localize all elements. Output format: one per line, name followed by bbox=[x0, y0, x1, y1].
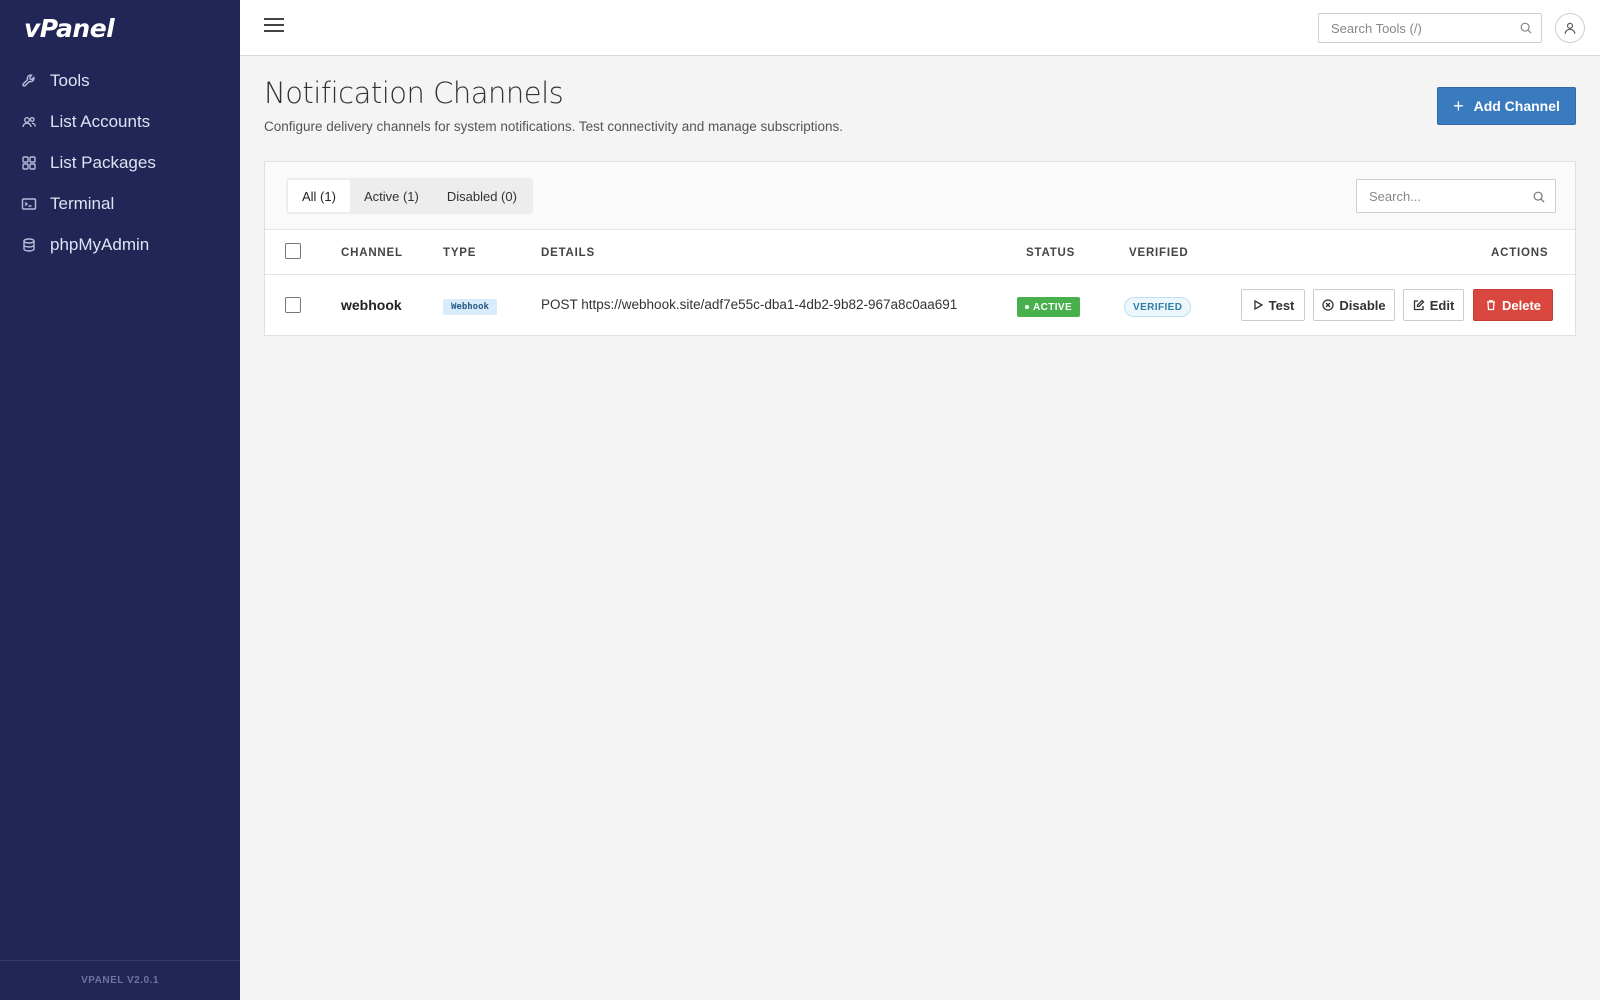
edit-label: Edit bbox=[1429, 297, 1455, 313]
terminal-icon bbox=[21, 196, 37, 212]
users-icon bbox=[21, 114, 37, 130]
table-row: webhook Webhook POST https://webhook.sit… bbox=[265, 275, 1575, 335]
column-header-type: TYPE bbox=[443, 247, 477, 259]
sidebar-item-label: Tools bbox=[50, 70, 90, 90]
user-avatar[interactable] bbox=[1555, 13, 1585, 43]
sidebar-nav: Tools List Accounts List Packages Termin… bbox=[0, 60, 240, 265]
edit-button[interactable]: Edit bbox=[1403, 289, 1464, 321]
sidebar-item-label: Terminal bbox=[50, 193, 115, 213]
channels-card: All (1) Active (1) Disabled (0) CHANNEL … bbox=[264, 161, 1576, 336]
status-dot-icon bbox=[1025, 305, 1029, 309]
tools-search-input[interactable] bbox=[1319, 14, 1509, 42]
user-icon bbox=[1564, 22, 1576, 34]
search-icon[interactable] bbox=[1519, 21, 1533, 35]
tools-search bbox=[1318, 13, 1542, 43]
column-header-actions: ACTIONS bbox=[1491, 247, 1549, 259]
sidebar-item-phpmyadmin[interactable]: phpMyAdmin bbox=[0, 224, 240, 265]
channel-search-input[interactable] bbox=[1357, 180, 1522, 212]
add-channel-button[interactable]: + Add Channel bbox=[1437, 87, 1576, 125]
sidebar-item-list-accounts[interactable]: List Accounts bbox=[0, 101, 240, 142]
database-icon bbox=[21, 237, 37, 253]
test-label: Test bbox=[1268, 297, 1295, 313]
channel-name: webhook bbox=[341, 297, 402, 313]
cancel-circle-icon bbox=[1322, 299, 1335, 311]
channel-details: POST https://webhook.site/adf7e55c-dba1-… bbox=[541, 297, 958, 312]
sidebar-item-label: List Packages bbox=[50, 152, 156, 172]
type-badge: Webhook bbox=[443, 299, 497, 315]
sidebar-item-tools[interactable]: Tools bbox=[0, 60, 240, 101]
sidebar: vPanel Tools List Accounts List Packages… bbox=[0, 0, 240, 1000]
status-badge: ACTIVE bbox=[1017, 297, 1081, 317]
topbar bbox=[240, 0, 1600, 56]
trash-icon bbox=[1486, 300, 1495, 311]
column-header-verified: VERIFIED bbox=[1129, 247, 1189, 259]
column-header-channel: CHANNEL bbox=[341, 247, 403, 259]
page-title: Notification Channels bbox=[264, 76, 564, 110]
edit-icon bbox=[1413, 299, 1425, 311]
plus-icon: + bbox=[1453, 95, 1464, 116]
delete-button[interactable]: Delete bbox=[1473, 289, 1553, 321]
column-header-details: DETAILS bbox=[541, 247, 595, 259]
filter-tabs: All (1) Active (1) Disabled (0) bbox=[286, 178, 533, 214]
delete-label: Delete bbox=[1501, 297, 1542, 313]
version-label: VPANEL V2.0.1 bbox=[0, 960, 240, 1000]
row-checkbox[interactable] bbox=[285, 297, 301, 313]
table-header: CHANNEL TYPE DETAILS STATUS VERIFIED ACT… bbox=[265, 230, 1575, 275]
search-icon[interactable] bbox=[1532, 190, 1546, 204]
sidebar-item-label: List Accounts bbox=[50, 111, 151, 131]
sidebar-item-terminal[interactable]: Terminal bbox=[0, 183, 240, 224]
add-channel-label: Add Channel bbox=[1473, 98, 1560, 114]
wrench-icon bbox=[21, 73, 37, 89]
channel-search bbox=[1356, 179, 1556, 213]
disable-label: Disable bbox=[1339, 297, 1386, 313]
disable-button[interactable]: Disable bbox=[1313, 289, 1395, 321]
tab-disabled[interactable]: Disabled (0) bbox=[433, 180, 531, 212]
status-label: ACTIVE bbox=[1033, 301, 1073, 313]
grid-icon bbox=[21, 155, 37, 171]
menu-toggle-icon[interactable] bbox=[264, 18, 284, 36]
tab-all[interactable]: All (1) bbox=[288, 180, 350, 212]
select-all-checkbox[interactable] bbox=[285, 243, 301, 259]
test-button[interactable]: Test bbox=[1241, 289, 1305, 321]
verified-badge: VERIFIED bbox=[1124, 297, 1192, 317]
column-header-status: STATUS bbox=[1026, 247, 1076, 259]
sidebar-item-label: phpMyAdmin bbox=[50, 234, 150, 254]
tab-active[interactable]: Active (1) bbox=[350, 180, 433, 212]
card-toolbar: All (1) Active (1) Disabled (0) bbox=[265, 162, 1575, 230]
app-logo[interactable]: vPanel bbox=[24, 14, 115, 43]
page-subtitle: Configure delivery channels for system n… bbox=[264, 119, 844, 134]
sidebar-item-list-packages[interactable]: List Packages bbox=[0, 142, 240, 183]
play-icon bbox=[1253, 299, 1263, 311]
